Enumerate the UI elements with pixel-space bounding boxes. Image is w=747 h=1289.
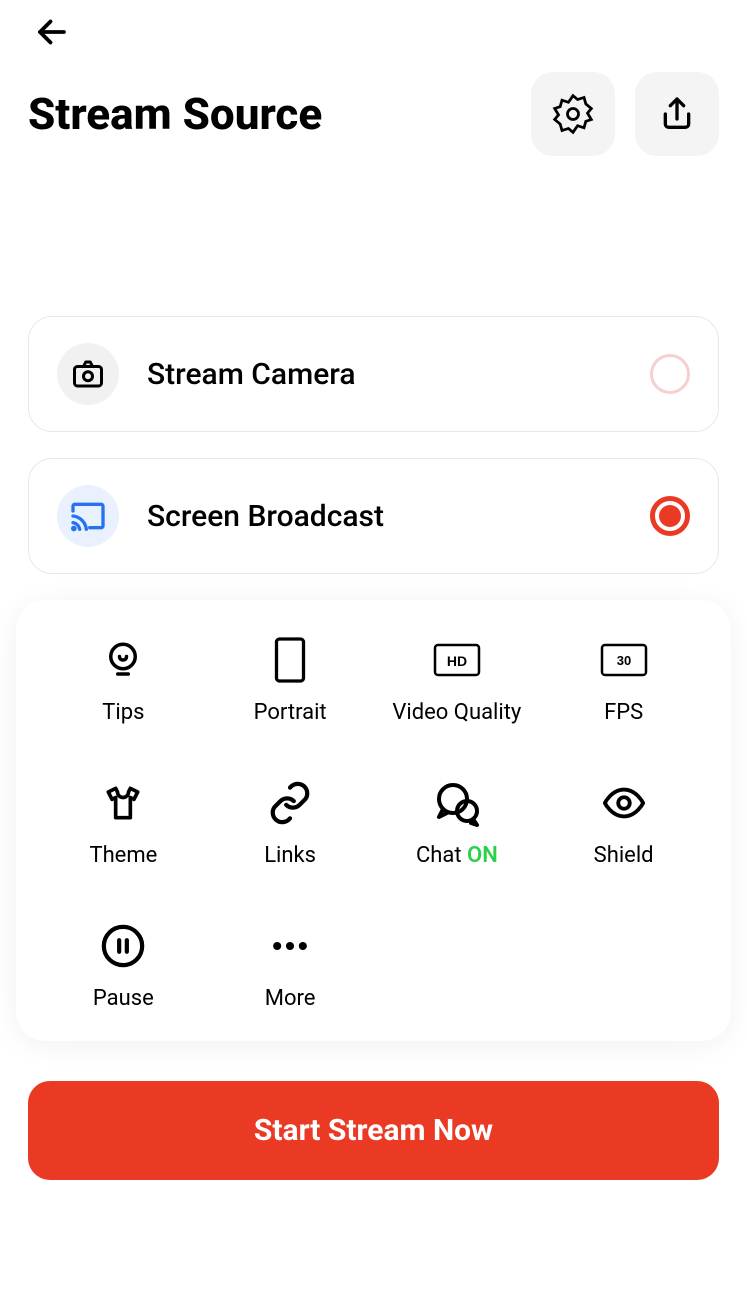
source-label: Stream Camera xyxy=(147,357,622,392)
settings-label: Theme xyxy=(89,843,157,868)
settings-more[interactable]: More xyxy=(207,922,374,1011)
settings-button[interactable] xyxy=(531,72,615,156)
settings-label: More xyxy=(265,986,316,1011)
shirt-icon xyxy=(101,779,145,827)
radio-selected[interactable] xyxy=(650,496,690,536)
eye-icon xyxy=(601,779,647,827)
header: Stream Source xyxy=(0,52,747,166)
settings-pause[interactable]: Pause xyxy=(40,922,207,1011)
cast-icon xyxy=(57,485,119,547)
lightbulb-icon xyxy=(102,636,144,684)
settings-label: FPS xyxy=(604,700,643,725)
header-actions xyxy=(531,72,719,156)
hd-icon: HD xyxy=(433,636,481,684)
source-screen-broadcast[interactable]: Screen Broadcast xyxy=(28,458,719,574)
settings-label: Video Quality xyxy=(392,700,521,725)
settings-chat[interactable]: Chat ON xyxy=(374,779,541,868)
share-icon xyxy=(657,94,697,134)
settings-label: Links xyxy=(264,843,316,868)
settings-portrait[interactable]: Portrait xyxy=(207,636,374,725)
gear-icon xyxy=(551,92,595,136)
radio-unselected[interactable] xyxy=(650,354,690,394)
settings-label: Portrait xyxy=(254,700,327,725)
settings-fps[interactable]: 30 FPS xyxy=(540,636,707,725)
settings-links[interactable]: Links xyxy=(207,779,374,868)
settings-panel: Tips Portrait HD Video Quality 30 FPS Th… xyxy=(16,600,731,1041)
link-icon xyxy=(267,779,313,827)
settings-label: Chat ON xyxy=(416,843,498,868)
portrait-icon xyxy=(271,636,309,684)
source-list: Stream Camera Screen Broadcast xyxy=(0,316,747,574)
settings-label: Tips xyxy=(102,700,144,725)
source-stream-camera[interactable]: Stream Camera xyxy=(28,316,719,432)
settings-video-quality[interactable]: HD Video Quality xyxy=(374,636,541,725)
svg-text:30: 30 xyxy=(616,653,630,668)
share-button[interactable] xyxy=(635,72,719,156)
chat-icon xyxy=(433,779,481,827)
page-title: Stream Source xyxy=(28,88,531,140)
svg-text:HD: HD xyxy=(447,653,467,669)
back-button[interactable] xyxy=(32,12,72,52)
settings-label: Pause xyxy=(93,986,154,1011)
arrow-left-icon xyxy=(34,14,70,50)
settings-theme[interactable]: Theme xyxy=(40,779,207,868)
start-stream-button[interactable]: Start Stream Now xyxy=(28,1081,719,1180)
settings-shield[interactable]: Shield xyxy=(540,779,707,868)
camera-icon xyxy=(57,343,119,405)
source-label: Screen Broadcast xyxy=(147,499,622,534)
fps-icon: 30 xyxy=(600,636,648,684)
settings-label: Shield xyxy=(594,843,654,868)
pause-icon xyxy=(100,922,146,970)
more-icon xyxy=(268,922,312,970)
settings-tips[interactable]: Tips xyxy=(40,636,207,725)
